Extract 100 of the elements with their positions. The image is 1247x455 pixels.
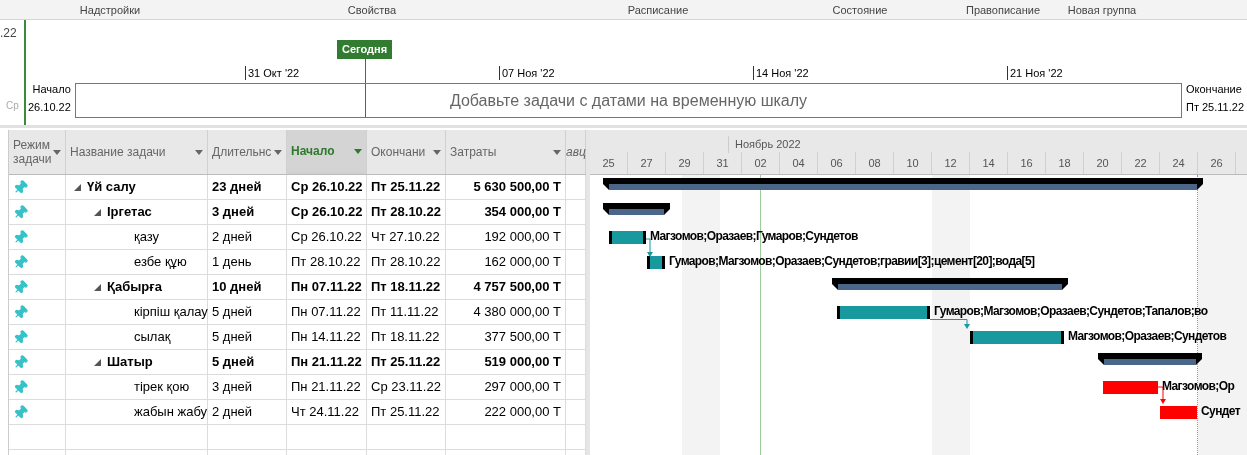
start-cell-text: Ср 26.10.22 (291, 178, 363, 197)
day-label: 08 (856, 152, 894, 174)
month-label: Ноябрь 2022 (728, 136, 801, 153)
resource-names: Гумаров;Магзомов;Оразаев;Сундетов;Тапалов;во (934, 304, 1208, 318)
today-badge: Сегодня (337, 40, 393, 59)
task-bar[interactable] (970, 331, 1064, 344)
dropdown-arrow-icon[interactable] (433, 149, 441, 155)
resource-names: Магзомов;Оразаев;Сундетов (1068, 329, 1227, 343)
column-header[interactable]: Начало (287, 130, 367, 174)
finish-cell-text: Пт 18.11.22 (371, 328, 440, 347)
finish-label: Окончание (1186, 82, 1243, 97)
resource-names: Гумаров;Магзомов;Оразаев;Сундетов;гравии[3];цемент[20];вода[5] (669, 254, 1035, 268)
finish-date: Пт 25.11.22 (1186, 100, 1244, 115)
dropdown-arrow-icon[interactable] (274, 149, 282, 155)
task-name: кірпіш қалау (134, 303, 208, 322)
ribbon-group-label: Новая группа (1067, 3, 1137, 18)
cost-cell-text: 222 000,00 Т (484, 403, 561, 422)
date-label: .22 (0, 25, 17, 42)
day-label: 27 (628, 152, 666, 174)
finish-cell-text: Пт 28.10.22 (371, 253, 441, 272)
day-label: Ср (6, 99, 19, 113)
column-header[interactable]: Затраты (446, 130, 566, 174)
day-label: 31 (704, 152, 742, 174)
finish-cell-text: Пт 25.11.22 (371, 178, 441, 197)
start-cell-text: Ср 26.10.22 (291, 203, 363, 222)
dropdown-arrow-icon[interactable] (553, 149, 561, 155)
task-name: Іргетас (107, 203, 152, 222)
day-label: 02 (742, 152, 780, 174)
timeline-tick: 21 Ноя '22 (1007, 66, 1063, 80)
duration-cell-text: 23 дней (212, 178, 262, 197)
finish-cell-text: Пт 28.10.22 (371, 203, 441, 222)
task-bar[interactable] (837, 306, 930, 319)
start-cell-text: Пн 07.11.22 (291, 303, 361, 322)
timeline-box[interactable]: Добавьте задачи с датами на временную шкалу (75, 83, 1182, 118)
cost-cell-text: 5 630 500,00 Т (473, 178, 561, 197)
dependency-arrow (930, 319, 971, 329)
cost-cell-text: 297 000,00 Т (484, 378, 561, 397)
task-bar[interactable] (609, 231, 646, 244)
ribbon-group-label: Надстройки (79, 3, 141, 18)
column-header[interactable]: Название задачи (66, 130, 208, 174)
task-name: Үй салу (87, 178, 136, 197)
duration-cell-text: 2 дней (212, 228, 253, 247)
day-label: 10 (894, 152, 932, 174)
task-name: Қабырға (107, 278, 162, 297)
task-name: Шатыр (107, 353, 153, 372)
ribbon-group-label: Свойства (347, 3, 397, 18)
finish-cell-text: Пт 11.11.22 (371, 303, 439, 322)
finish-cell-text: Ср 23.11.22 (371, 378, 441, 397)
column-header[interactable]: Окончани (367, 130, 446, 174)
timeline-tick: 31 Окт '22 (245, 66, 300, 80)
day-label: 06 (818, 152, 856, 174)
column-header[interactable]: Режим задачи (9, 130, 66, 174)
cost-cell-text: 162 000,00 Т (484, 253, 561, 272)
duration-cell-text: 5 дней (212, 328, 253, 347)
dropdown-arrow-icon[interactable] (354, 148, 362, 154)
dropdown-arrow-icon[interactable] (195, 149, 203, 155)
day-label: 24 (1160, 152, 1198, 174)
task-bar[interactable] (647, 256, 665, 269)
resource-names: Магзомов;Оразаев;Гумаров;Сундетов (650, 229, 858, 243)
cost-cell-text: 192 000,00 Т (484, 228, 561, 247)
start-cell-text: Пн 14.11.22 (291, 328, 361, 347)
start-cell-text: Пн 21.11.22 (291, 353, 362, 372)
finish-cell-text: Пт 25.11.22 (371, 353, 441, 372)
task-name: жабын жабу (134, 403, 208, 422)
start-cell-text: Чт 24.11.22 (291, 403, 359, 422)
duration-cell-text: 3 дней (212, 378, 253, 397)
cost-cell-text: 354 000,00 Т (484, 203, 561, 222)
day-label: 18 (1046, 152, 1084, 174)
task-name: езбе құю (134, 253, 187, 272)
duration-cell-text: 10 дней (212, 278, 262, 297)
duration-cell-text: 5 дней (212, 353, 255, 372)
start-cell-text: Ср 26.10.22 (291, 228, 362, 247)
timeline-tick: 07 Ноя '22 (499, 66, 555, 80)
ribbon-group-label: Расписание (627, 3, 689, 18)
ribbon-group-label: Правописание (966, 3, 1040, 18)
resource-names: Сундет (1201, 404, 1240, 418)
dropdown-arrow-icon[interactable] (53, 149, 61, 155)
start-cell-text: Пн 21.11.22 (291, 378, 361, 397)
ribbon-group-label: Состояние (832, 3, 888, 18)
collapse-triangle-icon[interactable] (74, 183, 81, 191)
task-name: тірек қою (134, 378, 190, 397)
duration-cell-text: 1 день (212, 253, 252, 272)
collapse-triangle-icon[interactable] (94, 208, 101, 216)
finish-cell-text: Пт 25.11.22 (371, 403, 440, 422)
timeline-tick: 14 Ноя '22 (753, 66, 809, 80)
cost-cell-text: 519 000,00 Т (484, 353, 561, 372)
duration-cell-text: 5 дней (212, 303, 253, 322)
duration-cell-text: 3 дней (212, 203, 255, 222)
day-label: 26 (1198, 152, 1236, 174)
finish-cell-text: Пт 18.11.22 (371, 278, 441, 297)
summary-bar[interactable] (1098, 353, 1202, 365)
duration-cell-text: 2 дней (212, 403, 253, 422)
collapse-triangle-icon[interactable] (94, 358, 101, 366)
day-label: 29 (666, 152, 704, 174)
collapse-triangle-icon[interactable] (94, 283, 101, 291)
task-name: сылақ (134, 328, 171, 347)
day-label: 12 (932, 152, 970, 174)
summary-bar[interactable] (603, 203, 670, 215)
day-label: 22 (1122, 152, 1160, 174)
day-label: 25 (590, 152, 628, 174)
